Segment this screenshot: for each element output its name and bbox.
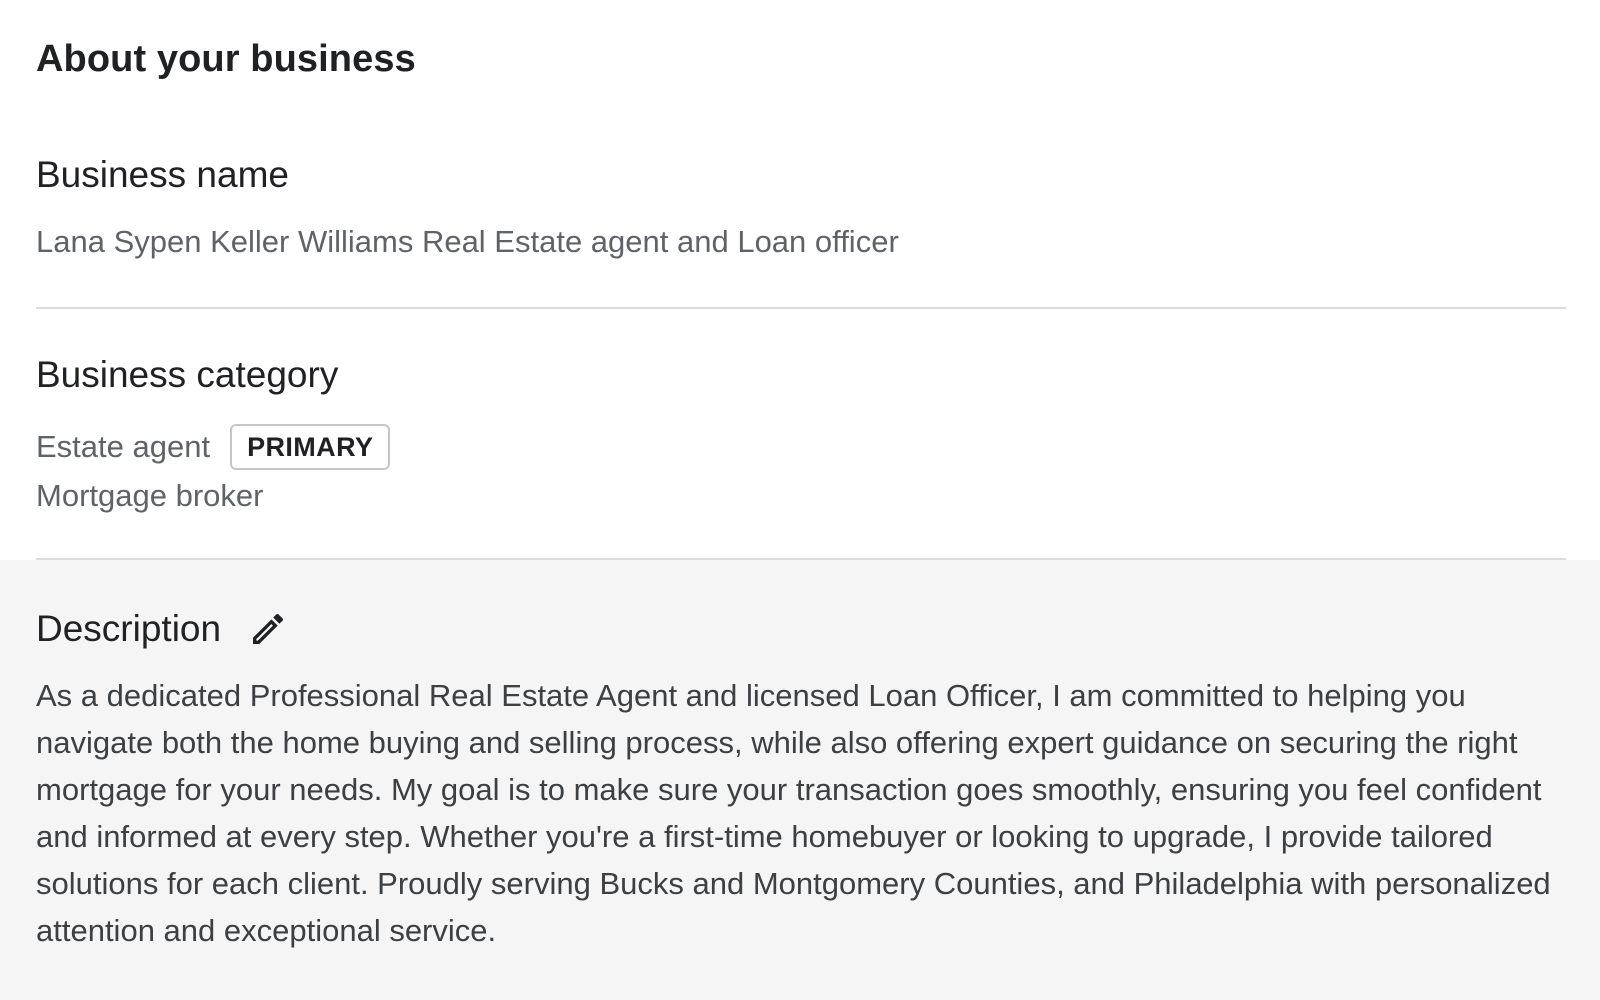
business-name-value: Lana Sypen Keller Williams Real Estate a…: [36, 224, 899, 259]
section-title: About your business: [36, 38, 416, 80]
about-business-page: About your business Business name Lana S…: [0, 0, 1600, 1000]
pencil-icon[interactable]: [247, 608, 289, 650]
divider: [36, 307, 1566, 309]
secondary-category-value: Mortgage broker: [36, 478, 264, 513]
divider: [36, 558, 1566, 560]
primary-badge: PRIMARY: [230, 424, 391, 470]
pencil-icon-svg: [253, 614, 284, 644]
business-name-label: Business name: [36, 154, 289, 195]
description-header: Description: [36, 604, 289, 654]
description-label: Description: [36, 608, 222, 649]
business-category-label: Business category: [36, 354, 339, 395]
primary-category-row: Estate agent PRIMARY: [36, 422, 391, 472]
description-text: As a dedicated Professional Real Estate …: [36, 678, 1551, 948]
primary-category-value: Estate agent: [36, 429, 211, 464]
